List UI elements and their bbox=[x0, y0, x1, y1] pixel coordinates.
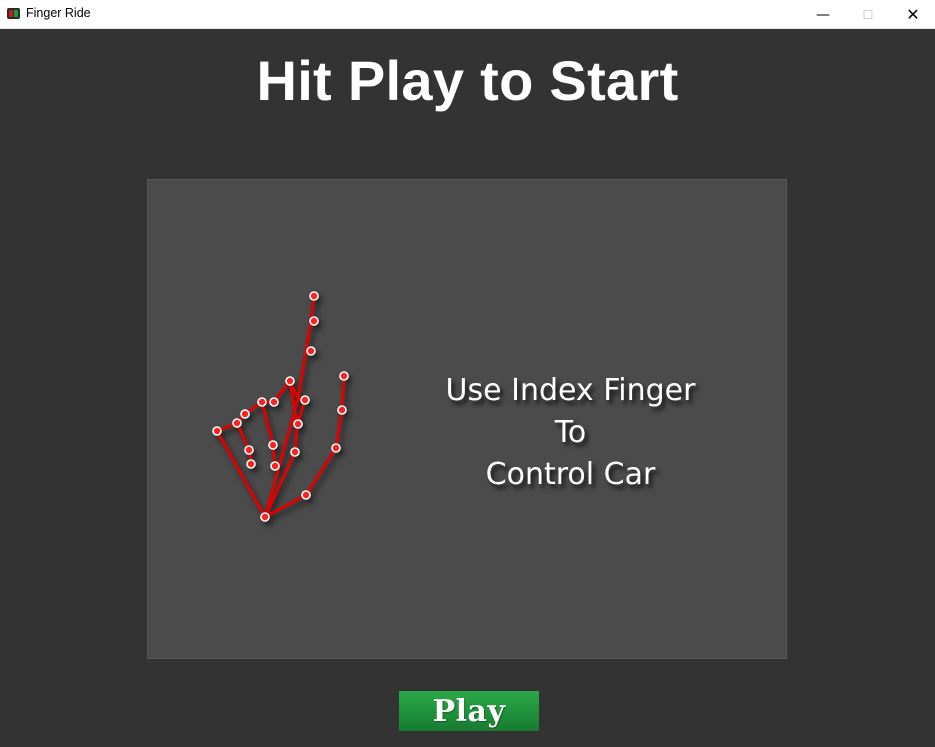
minimize-button[interactable]: — bbox=[800, 0, 846, 29]
app-icon bbox=[7, 8, 20, 19]
instruction-panel: Use Index Finger To Control Car bbox=[147, 179, 787, 659]
page-title: Hit Play to Start bbox=[256, 49, 679, 112]
instruction-line-3: Control Car bbox=[485, 457, 656, 492]
close-icon: ✕ bbox=[906, 5, 920, 24]
instruction-line-1: Use Index Finger bbox=[445, 373, 696, 408]
window-title: Finger Ride bbox=[26, 6, 91, 20]
maximize-button[interactable]: ☐ bbox=[845, 0, 891, 29]
play-button[interactable]: Play bbox=[399, 691, 539, 731]
maximize-icon: ☐ bbox=[862, 7, 874, 22]
close-button[interactable]: ✕ bbox=[890, 0, 935, 29]
window-titlebar: Finger Ride — ☐ ✕ bbox=[0, 0, 935, 29]
minimize-icon: — bbox=[816, 6, 830, 23]
instruction-text: Use Index Finger To Control Car bbox=[393, 370, 748, 496]
instruction-line-2: To bbox=[554, 415, 587, 450]
hand-landmarks-icon bbox=[212, 291, 349, 522]
game-screen: Hit Play to Start Use Index Finger To Co… bbox=[0, 29, 935, 747]
